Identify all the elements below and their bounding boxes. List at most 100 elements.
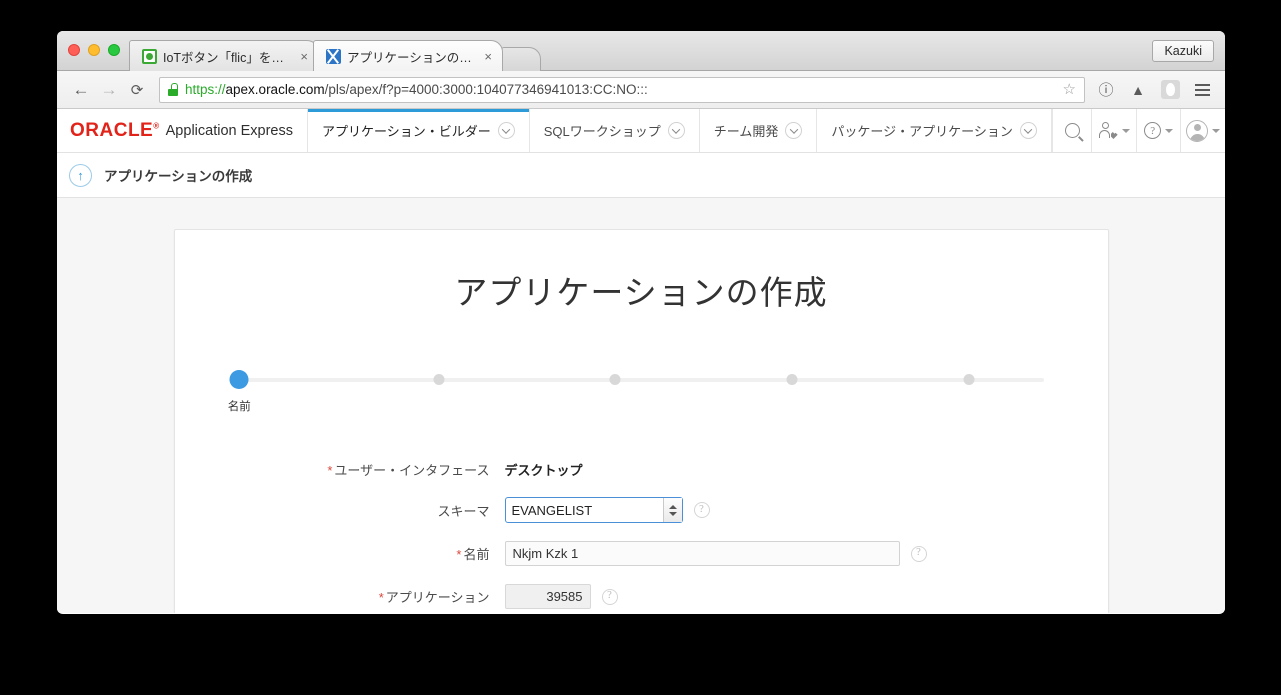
create-application-card: アプリケーションの作成 名前 * ユーザー・インタフェース デスクトップ スキー…: [173, 229, 1109, 613]
close-tab-2-button[interactable]: ×: [484, 50, 492, 63]
browser-menu-icon[interactable]: [1189, 77, 1215, 103]
browser-tab-1[interactable]: IoTボタン「flic」を活用して… ×: [129, 40, 319, 71]
address-bar[interactable]: https://apex.oracle.com/pls/apex/f?p=400…: [159, 76, 1085, 103]
user-admin-icon: [1098, 122, 1118, 139]
schema-label-text: スキーマ: [437, 503, 490, 519]
application-label: * アプリケーション: [215, 587, 505, 606]
form-row-schema: スキーマ EVANGELIST ?: [215, 497, 1068, 523]
nav-item-sql-workshop-label: SQLワークショップ: [543, 124, 661, 139]
help-icon: ?: [1144, 122, 1162, 139]
wizard-step-3[interactable]: [609, 370, 621, 394]
nav-item-packaged-apps-label: パッケージ・アプリケーション: [831, 124, 1013, 139]
url-scheme: https://: [185, 82, 226, 97]
name-label-text: 名前: [463, 547, 490, 562]
navbar-help-button[interactable]: ?: [1135, 109, 1181, 152]
required-marker: *: [378, 590, 384, 605]
application-id-value: 39585: [546, 589, 583, 604]
select-stepper-icon[interactable]: [662, 498, 682, 522]
new-tab-button[interactable]: [501, 47, 541, 71]
chevron-down-icon[interactable]: [667, 122, 685, 139]
browser-titlebar: IoTボタン「flic」を活用して… × アプリケーションの作成 × Kazuk…: [57, 31, 1225, 71]
form-row-user-interface: * ユーザー・インタフェース デスクトップ: [215, 460, 1068, 479]
nav-item-sql-workshop[interactable]: SQLワークショップ: [528, 109, 699, 152]
application-id-input[interactable]: 39585: [504, 584, 591, 609]
registered-mark: ®: [153, 121, 160, 131]
reload-button[interactable]: ⟳: [123, 76, 151, 104]
name-help-icon[interactable]: ?: [910, 545, 927, 562]
address-bar-url: https://apex.oracle.com/pls/apex/f?p=400…: [185, 82, 648, 97]
chevron-down-icon: [1121, 128, 1130, 133]
wizard-step-2[interactable]: [433, 370, 445, 394]
user-interface-field: デスクトップ: [505, 460, 583, 479]
chevron-down-icon[interactable]: [497, 122, 515, 139]
nav-item-team-development[interactable]: チーム開発: [698, 109, 817, 152]
search-icon: [1064, 123, 1080, 138]
navbar-search-button[interactable]: [1051, 109, 1092, 152]
avatar-icon: [1186, 119, 1209, 142]
chevron-down-icon: [1212, 128, 1221, 133]
breadcrumb-label[interactable]: アプリケーションの作成: [104, 165, 252, 185]
close-tab-1-button[interactable]: ×: [300, 50, 308, 63]
schema-select-value: EVANGELIST: [511, 502, 593, 518]
url-host: apex.oracle.com: [225, 82, 325, 97]
browser-tab-2[interactable]: アプリケーションの作成 ×: [313, 40, 503, 71]
nav-item-application-builder[interactable]: アプリケーション・ビルダー: [306, 109, 529, 152]
create-application-form: * ユーザー・インタフェース デスクトップ スキーマ EVANGELIST ? …: [175, 460, 1108, 613]
name-field: Nkjm Kzk 1 ?: [504, 541, 927, 566]
navigate-up-icon[interactable]: ↑: [69, 163, 92, 187]
wizard-step-2-dot: [433, 374, 445, 385]
chevron-down-icon[interactable]: [1019, 122, 1037, 139]
oracle-logo: ORACLE®: [70, 121, 160, 140]
apex-brand[interactable]: ORACLE® Application Express: [57, 109, 307, 152]
apex-product-name: Application Express: [165, 122, 293, 139]
maximize-window-button[interactable]: [108, 44, 120, 56]
forward-button[interactable]: →: [95, 76, 123, 104]
browser-profile-button[interactable]: Kazuki: [1152, 40, 1214, 62]
application-label-text: アプリケーション: [385, 590, 490, 605]
browser-tab-1-title: IoTボタン「flic」を活用して…: [163, 50, 291, 65]
schema-label: スキーマ: [215, 501, 505, 520]
nav-item-team-development-label: チーム開発: [713, 124, 779, 139]
wizard-step-1-dot: [229, 370, 249, 389]
close-window-button[interactable]: [68, 44, 80, 56]
bookmark-star-icon[interactable]: ☆: [1063, 82, 1076, 97]
pocket-extension-icon[interactable]: [1157, 77, 1183, 103]
evernote-elephant-icon[interactable]: ▲: [1125, 77, 1151, 103]
wizard-progress: 名前: [228, 370, 1054, 416]
wizard-step-1-label: 名前: [227, 401, 251, 413]
wizard-step-5[interactable]: [963, 370, 975, 394]
minimize-window-button[interactable]: [88, 44, 100, 56]
name-input[interactable]: Nkjm Kzk 1: [504, 541, 900, 566]
navbar-account-button[interactable]: [1180, 109, 1225, 152]
wizard-progress-track: [238, 378, 1044, 382]
application-help-icon[interactable]: ?: [601, 588, 618, 605]
oracle-wordmark: ORACLE: [70, 120, 154, 141]
wizard-step-1[interactable]: 名前: [228, 370, 251, 414]
application-field: 39585 ?: [504, 584, 618, 609]
page-viewport: ORACLE® Application Express アプリケーション・ビルダ…: [57, 109, 1225, 613]
chevron-down-icon: [1165, 128, 1174, 133]
browser-tab-2-title: アプリケーションの作成: [347, 50, 476, 65]
wizard-step-4[interactable]: [786, 370, 798, 394]
required-marker: *: [456, 547, 462, 562]
info-circle-icon[interactable]: ⓘ: [1093, 77, 1119, 103]
apex-favicon-icon: [326, 48, 341, 64]
breadcrumb: ↑ アプリケーションの作成: [57, 153, 1225, 198]
content-area: アプリケーションの作成 名前 * ユーザー・インタフェース デスクトップ スキー…: [57, 198, 1225, 613]
wizard-step-5-dot: [963, 374, 975, 385]
extension-toolbar: ⓘ ▲: [1093, 77, 1215, 103]
chevron-down-icon[interactable]: [785, 122, 803, 139]
user-interface-value: デスクトップ: [504, 463, 583, 478]
tab-strip: IoTボタン「flic」を活用して… × アプリケーションの作成 ×: [129, 40, 541, 71]
browser-profile-name: Kazuki: [1164, 44, 1202, 58]
back-button[interactable]: ←: [67, 76, 95, 104]
window-controls: [68, 44, 120, 56]
schema-help-icon[interactable]: ?: [693, 502, 710, 518]
navbar-administration-button[interactable]: [1091, 109, 1136, 152]
name-input-value: Nkjm Kzk 1: [512, 546, 579, 561]
apex-navbar: ORACLE® Application Express アプリケーション・ビルダ…: [57, 109, 1225, 153]
schema-select[interactable]: EVANGELIST: [504, 497, 683, 523]
browser-toolbar: ← → ⟳ https://apex.oracle.com/pls/apex/f…: [57, 71, 1225, 109]
form-row-name: * 名前 Nkjm Kzk 1 ?: [215, 541, 1068, 566]
nav-item-packaged-apps[interactable]: パッケージ・アプリケーション: [816, 109, 1050, 152]
